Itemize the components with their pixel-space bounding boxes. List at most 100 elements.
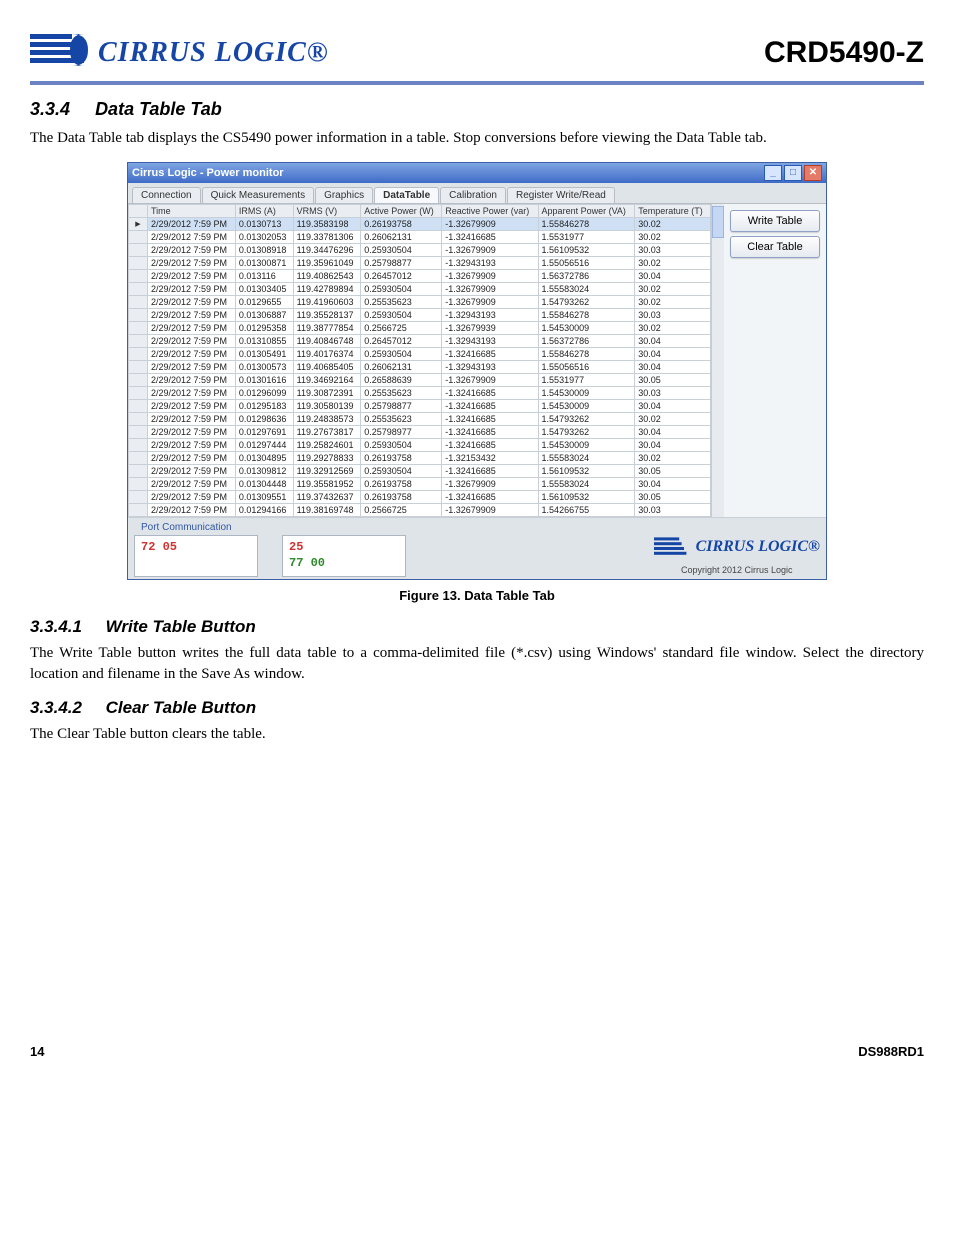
table-row[interactable]: 2/29/2012 7:59 PM0.01306887119.355281370… — [129, 309, 711, 322]
row-selector[interactable] — [129, 387, 148, 400]
table-cell: 119.34476296 — [293, 244, 361, 257]
row-selector[interactable] — [129, 361, 148, 374]
tab-register-write-read[interactable]: Register Write/Read — [507, 187, 615, 203]
tabstrip: ConnectionQuick MeasurementsGraphicsData… — [128, 183, 826, 204]
table-row[interactable]: 2/29/2012 7:59 PM0.013116119.408625430.2… — [129, 270, 711, 283]
column-header[interactable]: Time — [148, 205, 236, 218]
column-header[interactable]: VRMS (V) — [293, 205, 361, 218]
table-cell: -1.32416685 — [442, 231, 538, 244]
table-cell: 2/29/2012 7:59 PM — [148, 335, 236, 348]
table-row[interactable]: 2/29/2012 7:59 PM0.0129655119.419606030.… — [129, 296, 711, 309]
row-selector[interactable] — [129, 309, 148, 322]
table-cell: 2/29/2012 7:59 PM — [148, 465, 236, 478]
column-header[interactable]: Temperature (T) — [635, 205, 711, 218]
row-selector[interactable] — [129, 491, 148, 504]
row-header-blank — [129, 205, 148, 218]
product-code: CRD5490-Z — [764, 36, 924, 70]
table-row[interactable]: 2/29/2012 7:59 PM0.01303405119.427898940… — [129, 283, 711, 296]
clear-table-button[interactable]: Clear Table — [730, 236, 820, 258]
row-selector[interactable] — [129, 335, 148, 348]
tab-calibration[interactable]: Calibration — [440, 187, 506, 203]
table-row[interactable]: 2/29/2012 7:59 PM0.01301616119.346921640… — [129, 374, 711, 387]
column-header[interactable]: Active Power (W) — [361, 205, 442, 218]
row-selector[interactable] — [129, 400, 148, 413]
close-button[interactable]: ✕ — [804, 165, 822, 181]
row-selector[interactable] — [129, 374, 148, 387]
cirrus-stripes-icon — [30, 30, 90, 75]
table-cell: 1.55846278 — [538, 348, 635, 361]
row-selector[interactable] — [129, 257, 148, 270]
table-cell: 1.54793262 — [538, 426, 635, 439]
row-selector[interactable] — [129, 413, 148, 426]
scroll-thumb[interactable] — [712, 206, 724, 238]
vertical-scrollbar[interactable] — [711, 204, 724, 517]
tab-datatable[interactable]: DataTable — [374, 187, 439, 203]
section-3341-body: The Write Table button writes the full d… — [30, 643, 924, 684]
table-row[interactable]: 2/29/2012 7:59 PM0.01309551119.374326370… — [129, 491, 711, 504]
table-cell: 1.54530009 — [538, 400, 635, 413]
row-selector[interactable] — [129, 504, 148, 517]
row-selector[interactable] — [129, 322, 148, 335]
table-cell: 119.25824601 — [293, 439, 361, 452]
table-row[interactable]: 2/29/2012 7:59 PM0.01300871119.359610490… — [129, 257, 711, 270]
port-rx-box[interactable]: 25 77 00 — [282, 535, 406, 577]
port-tx-box[interactable]: 72 05 — [134, 535, 258, 577]
row-selector[interactable] — [129, 478, 148, 491]
table-cell: 0.01296099 — [235, 387, 293, 400]
table-cell: 119.38169748 — [293, 504, 361, 517]
row-selector[interactable] — [129, 244, 148, 257]
tab-quick-measurements[interactable]: Quick Measurements — [202, 187, 314, 203]
table-row[interactable]: 2/29/2012 7:59 PM0.01295358119.387778540… — [129, 322, 711, 335]
table-cell: 0.01297691 — [235, 426, 293, 439]
table-row[interactable]: 2/29/2012 7:59 PM0.0130713119.35831980.2… — [129, 218, 711, 231]
table-row[interactable]: 2/29/2012 7:59 PM0.01294166119.381697480… — [129, 504, 711, 517]
tab-connection[interactable]: Connection — [132, 187, 201, 203]
column-header[interactable]: Reactive Power (var) — [442, 205, 538, 218]
row-selector[interactable] — [129, 296, 148, 309]
row-selector[interactable] — [129, 465, 148, 478]
row-selector[interactable] — [129, 426, 148, 439]
table-row[interactable]: 2/29/2012 7:59 PM0.01297444119.258246010… — [129, 439, 711, 452]
titlebar[interactable]: Cirrus Logic - Power monitor _ □ ✕ — [128, 163, 826, 183]
column-header[interactable]: IRMS (A) — [235, 205, 293, 218]
table-row[interactable]: 2/29/2012 7:59 PM0.01298636119.248385730… — [129, 413, 711, 426]
table-cell: -1.32679909 — [442, 478, 538, 491]
section-title: Write Table Button — [106, 617, 256, 636]
figure-caption: Figure 13. Data Table Tab — [30, 588, 924, 603]
table-cell: 30.05 — [635, 374, 711, 387]
table-cell: 0.013116 — [235, 270, 293, 283]
table-row[interactable]: 2/29/2012 7:59 PM0.01308918119.344762960… — [129, 244, 711, 257]
table-row[interactable]: 2/29/2012 7:59 PM0.01296099119.308723910… — [129, 387, 711, 400]
row-selector[interactable] — [129, 218, 148, 231]
maximize-button[interactable]: □ — [784, 165, 802, 181]
table-row[interactable]: 2/29/2012 7:59 PM0.01309812119.329125690… — [129, 465, 711, 478]
minimize-button[interactable]: _ — [764, 165, 782, 181]
row-selector[interactable] — [129, 452, 148, 465]
tab-graphics[interactable]: Graphics — [315, 187, 373, 203]
row-selector[interactable] — [129, 270, 148, 283]
table-cell: 119.29278833 — [293, 452, 361, 465]
table-cell: -1.32416685 — [442, 439, 538, 452]
table-row[interactable]: 2/29/2012 7:59 PM0.01297691119.276738170… — [129, 426, 711, 439]
table-cell: 1.54530009 — [538, 439, 635, 452]
table-row[interactable]: 2/29/2012 7:59 PM0.01300573119.406854050… — [129, 361, 711, 374]
section-num: 3.3.4.2 — [30, 698, 82, 717]
table-row[interactable]: 2/29/2012 7:59 PM0.01305491119.401763740… — [129, 348, 711, 361]
row-selector[interactable] — [129, 439, 148, 452]
table-cell: 2/29/2012 7:59 PM — [148, 426, 236, 439]
table-cell: 2/29/2012 7:59 PM — [148, 283, 236, 296]
data-table[interactable]: TimeIRMS (A)VRMS (V)Active Power (W)Reac… — [128, 204, 711, 517]
row-selector[interactable] — [129, 231, 148, 244]
table-row[interactable]: 2/29/2012 7:59 PM0.01304448119.355819520… — [129, 478, 711, 491]
table-row[interactable]: 2/29/2012 7:59 PM0.01295183119.305801390… — [129, 400, 711, 413]
section-334-heading: 3.3.4 Data Table Tab — [30, 99, 924, 120]
row-selector[interactable] — [129, 283, 148, 296]
row-selector[interactable] — [129, 348, 148, 361]
table-row[interactable]: 2/29/2012 7:59 PM0.01310855119.408467480… — [129, 335, 711, 348]
table-row[interactable]: 2/29/2012 7:59 PM0.01302053119.337813060… — [129, 231, 711, 244]
column-header[interactable]: Apparent Power (VA) — [538, 205, 635, 218]
write-table-button[interactable]: Write Table — [730, 210, 820, 232]
table-row[interactable]: 2/29/2012 7:59 PM0.01304895119.292788330… — [129, 452, 711, 465]
table-cell: 2/29/2012 7:59 PM — [148, 413, 236, 426]
table-cell: 2/29/2012 7:59 PM — [148, 309, 236, 322]
